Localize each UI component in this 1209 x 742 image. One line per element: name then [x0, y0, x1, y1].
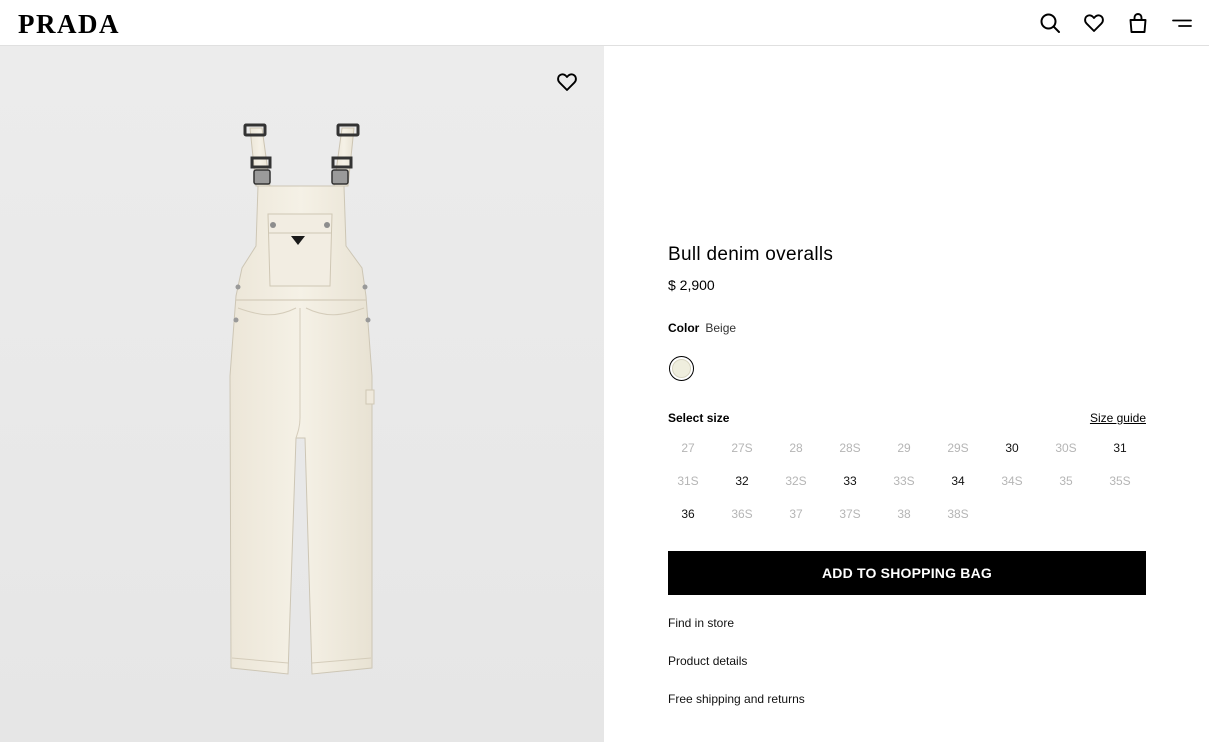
product-gallery[interactable] [0, 46, 604, 742]
size-option-27[interactable]: 27 [668, 433, 708, 463]
free-shipping-link[interactable]: Free shipping and returns [668, 692, 805, 706]
size-option-29s[interactable]: 29S [938, 433, 978, 463]
overalls-image [229, 123, 375, 675]
size-option-30s[interactable]: 30S [1046, 433, 1086, 463]
size-option-34[interactable]: 34 [938, 466, 978, 496]
product-title: Bull denim overalls [668, 244, 834, 265]
size-option-31[interactable]: 31 [1100, 433, 1140, 463]
size-option-35s[interactable]: 35S [1100, 466, 1140, 496]
size-guide-link[interactable]: Size guide [1090, 411, 1146, 425]
size-option-29[interactable]: 29 [884, 433, 924, 463]
size-option-36[interactable]: 36 [668, 499, 708, 529]
add-to-shopping-bag-button[interactable]: ADD TO SHOPPING BAG [668, 551, 1146, 595]
color-swatch-beige[interactable] [669, 356, 694, 381]
menu-icon[interactable] [1171, 12, 1193, 34]
size-option-28s[interactable]: 28S [830, 433, 870, 463]
size-option-38s[interactable]: 38S [938, 499, 978, 529]
find-in-store-link[interactable]: Find in store [668, 616, 734, 630]
size-option-32[interactable]: 32 [722, 466, 762, 496]
size-option-38[interactable]: 38 [884, 499, 924, 529]
size-option-37[interactable]: 37 [776, 499, 816, 529]
color-row: Color Beige [668, 321, 736, 335]
size-option-36s[interactable]: 36S [722, 499, 762, 529]
add-to-wishlist-heart-icon[interactable] [556, 71, 578, 93]
shopping-bag-icon[interactable] [1127, 12, 1149, 34]
color-label: Color [668, 321, 700, 335]
size-option-33[interactable]: 33 [830, 466, 870, 496]
size-option-31s[interactable]: 31S [668, 466, 708, 496]
size-option-30[interactable]: 30 [992, 433, 1032, 463]
site-header: PRADA [0, 0, 1209, 46]
product-price: $ 2,900 [668, 277, 715, 293]
size-option-37s[interactable]: 37S [830, 499, 870, 529]
product-details-link[interactable]: Product details [668, 654, 747, 668]
wishlist-heart-icon[interactable] [1083, 12, 1105, 34]
size-option-33s[interactable]: 33S [884, 466, 924, 496]
size-option-32s[interactable]: 32S [776, 466, 816, 496]
color-value: Beige [705, 321, 737, 335]
size-option-28[interactable]: 28 [776, 433, 816, 463]
swatch-fill [672, 359, 691, 378]
search-icon[interactable] [1039, 12, 1061, 34]
size-option-27s[interactable]: 27S [722, 433, 762, 463]
size-option-34s[interactable]: 34S [992, 466, 1032, 496]
prada-logo[interactable]: PRADA [18, 10, 120, 38]
select-size-label: Select size [668, 411, 730, 425]
size-option-35[interactable]: 35 [1046, 466, 1086, 496]
